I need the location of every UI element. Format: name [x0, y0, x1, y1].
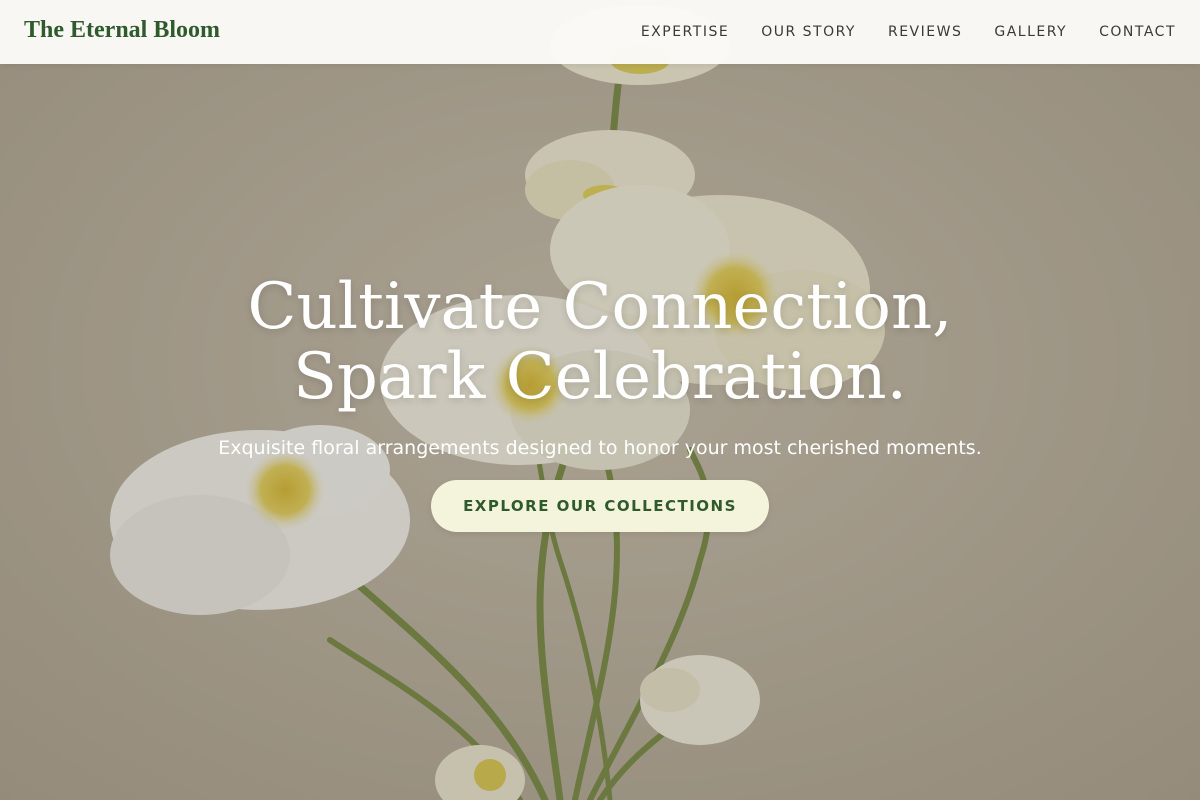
nav-links: EXPERTISE OUR STORY REVIEWS GALLERY CONT…: [641, 0, 1176, 64]
top-navbar: The Eternal Bloom EXPERTISE OUR STORY RE…: [0, 0, 1200, 64]
nav-link-reviews[interactable]: REVIEWS: [888, 24, 962, 40]
hero-subtitle: Exquisite floral arrangements designed t…: [218, 437, 982, 459]
explore-collections-button[interactable]: EXPLORE OUR COLLECTIONS: [431, 480, 769, 532]
hero-section: Cultivate Connection, Spark Celebration.…: [0, 272, 1200, 532]
hero-title-line2: Spark Celebration.: [293, 340, 907, 414]
hero-title-line1: Cultivate Connection,: [247, 270, 953, 344]
nav-link-our-story[interactable]: OUR STORY: [761, 24, 856, 40]
nav-link-expertise[interactable]: EXPERTISE: [641, 24, 729, 40]
nav-link-gallery[interactable]: GALLERY: [994, 24, 1067, 40]
nav-link-contact[interactable]: CONTACT: [1099, 24, 1176, 40]
page: The Eternal Bloom EXPERTISE OUR STORY RE…: [0, 0, 1200, 800]
brand-logo[interactable]: The Eternal Bloom: [24, 17, 220, 44]
hero-title: Cultivate Connection, Spark Celebration.: [0, 272, 1200, 412]
